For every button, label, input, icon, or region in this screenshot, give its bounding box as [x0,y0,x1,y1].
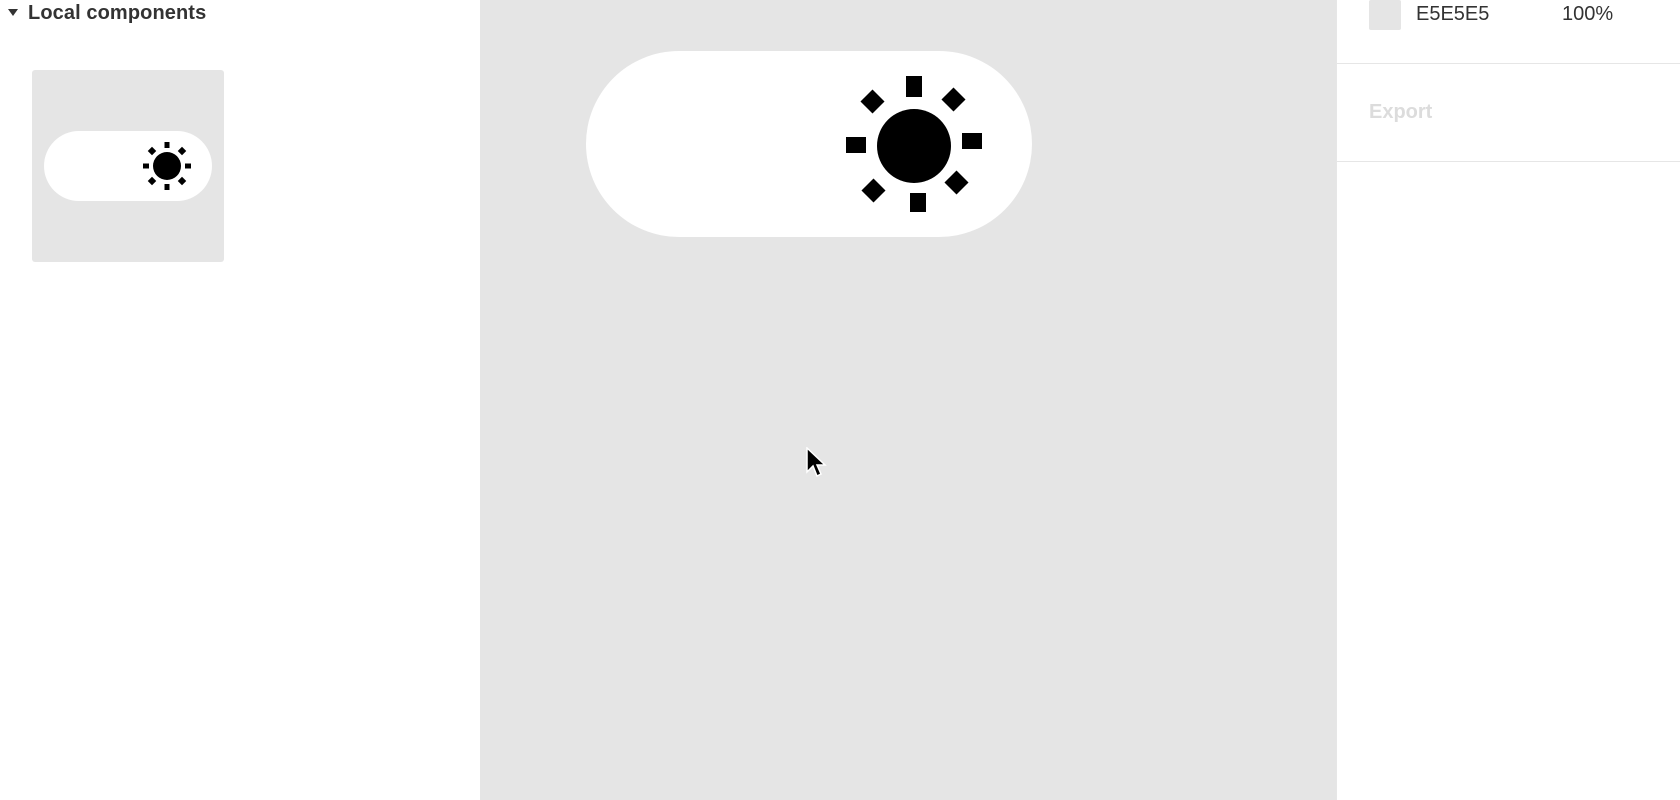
theme-toggle-icon [44,131,212,201]
section-title: Local components [28,1,207,24]
caret-down-icon[interactable] [8,8,18,16]
component-thumbnail[interactable] [32,70,224,262]
local-components-header[interactable]: Local components [8,0,206,26]
export-title[interactable]: Export [1369,101,1432,124]
export-section: Export [1337,64,1680,162]
theme-toggle-component[interactable] [480,0,1336,800]
fill-color-swatch[interactable] [1369,0,1401,30]
design-canvas[interactable] [480,0,1336,800]
fill-hex-value[interactable]: E5E5E5 [1416,3,1489,26]
fill-opacity-value[interactable]: 100% [1562,3,1613,26]
design-panel: E5E5E5 100% Export [1336,0,1680,800]
mouse-cursor-icon [806,447,827,478]
fill-row[interactable]: E5E5E5 100% [1337,0,1680,64]
figma-app: Local components E5E5E5 100% Export [0,0,1680,800]
assets-panel: Local components [0,0,480,800]
